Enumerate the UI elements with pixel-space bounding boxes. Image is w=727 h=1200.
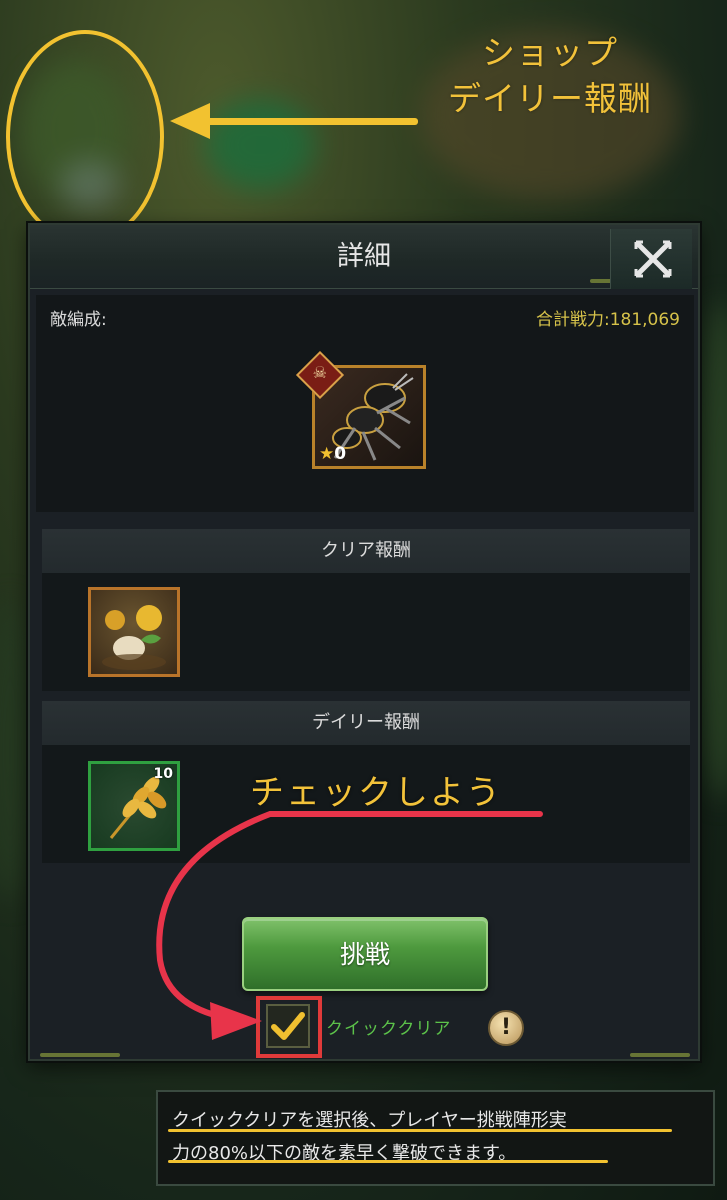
skull-icon: ☠ <box>312 363 327 383</box>
dialog-title: 詳細 <box>337 241 391 272</box>
total-power-label: 合計戦力:181,069 <box>535 310 680 330</box>
info-icon[interactable]: ! <box>488 1010 524 1046</box>
quick-clear-label: クイッククリア <box>326 1019 452 1039</box>
close-button[interactable] <box>610 229 692 289</box>
shop-highlight-circle <box>6 30 164 244</box>
tooltip-line-2: 力の80%以下の敵を素早く撃破できます。 <box>172 1143 517 1164</box>
tooltip-underline-2 <box>168 1160 608 1163</box>
daily-reward-count: 10 <box>153 766 173 782</box>
annotation-arrow <box>205 118 418 125</box>
quick-clear-row: クイッククリア ! <box>256 996 556 1058</box>
tooltip-line-1: クイッククリアを選択後、プレイヤー挑戦陣形実 <box>172 1110 567 1131</box>
challenge-button[interactable]: 挑戦 <box>242 917 488 991</box>
annotation-line-shop: ショップ <box>482 33 618 72</box>
enemy-star-level: ★0 <box>319 444 346 464</box>
tooltip-underline-1 <box>168 1129 672 1132</box>
background-building <box>205 100 315 190</box>
decorative-vine <box>40 1053 120 1057</box>
detail-dialog: 詳細 敵編成: 合計戦力:181,069 ☠ ★0 クリア報酬 デイリー報酬 1… <box>28 223 700 1061</box>
annotation-line-daily: デイリー報酬 <box>448 79 652 118</box>
decorative-vine <box>630 1053 690 1057</box>
clear-reward-header: クリア報酬 <box>42 529 690 573</box>
star-icon: ★ <box>319 444 335 464</box>
checkbox-highlight-box <box>256 996 322 1058</box>
clear-reward-row <box>42 573 690 691</box>
daily-reward-header: デイリー報酬 <box>42 701 690 745</box>
daily-reward-item[interactable]: 10 <box>88 761 180 851</box>
enemy-unit-card[interactable]: ☠ ★0 <box>295 350 426 469</box>
annotation-arrow-head <box>170 103 210 139</box>
annotation-shop-daily-reward: ショップ デイリー報酬 <box>420 30 680 122</box>
star-count: 0 <box>334 444 347 464</box>
quick-clear-tooltip: クイッククリアを選択後、プレイヤー挑戦陣形実 力の80%以下の敵を素早く撃破でき… <box>156 1090 715 1186</box>
clear-reward-item[interactable] <box>88 587 180 677</box>
annotation-check-text: チェックしよう <box>250 773 502 813</box>
enemy-formation-panel: 敵編成: 合計戦力:181,069 ☠ ★0 <box>36 295 694 512</box>
enemy-formation-label: 敵編成: <box>50 310 107 330</box>
flower-seed-icon <box>102 605 166 670</box>
close-x-icon <box>634 240 672 278</box>
